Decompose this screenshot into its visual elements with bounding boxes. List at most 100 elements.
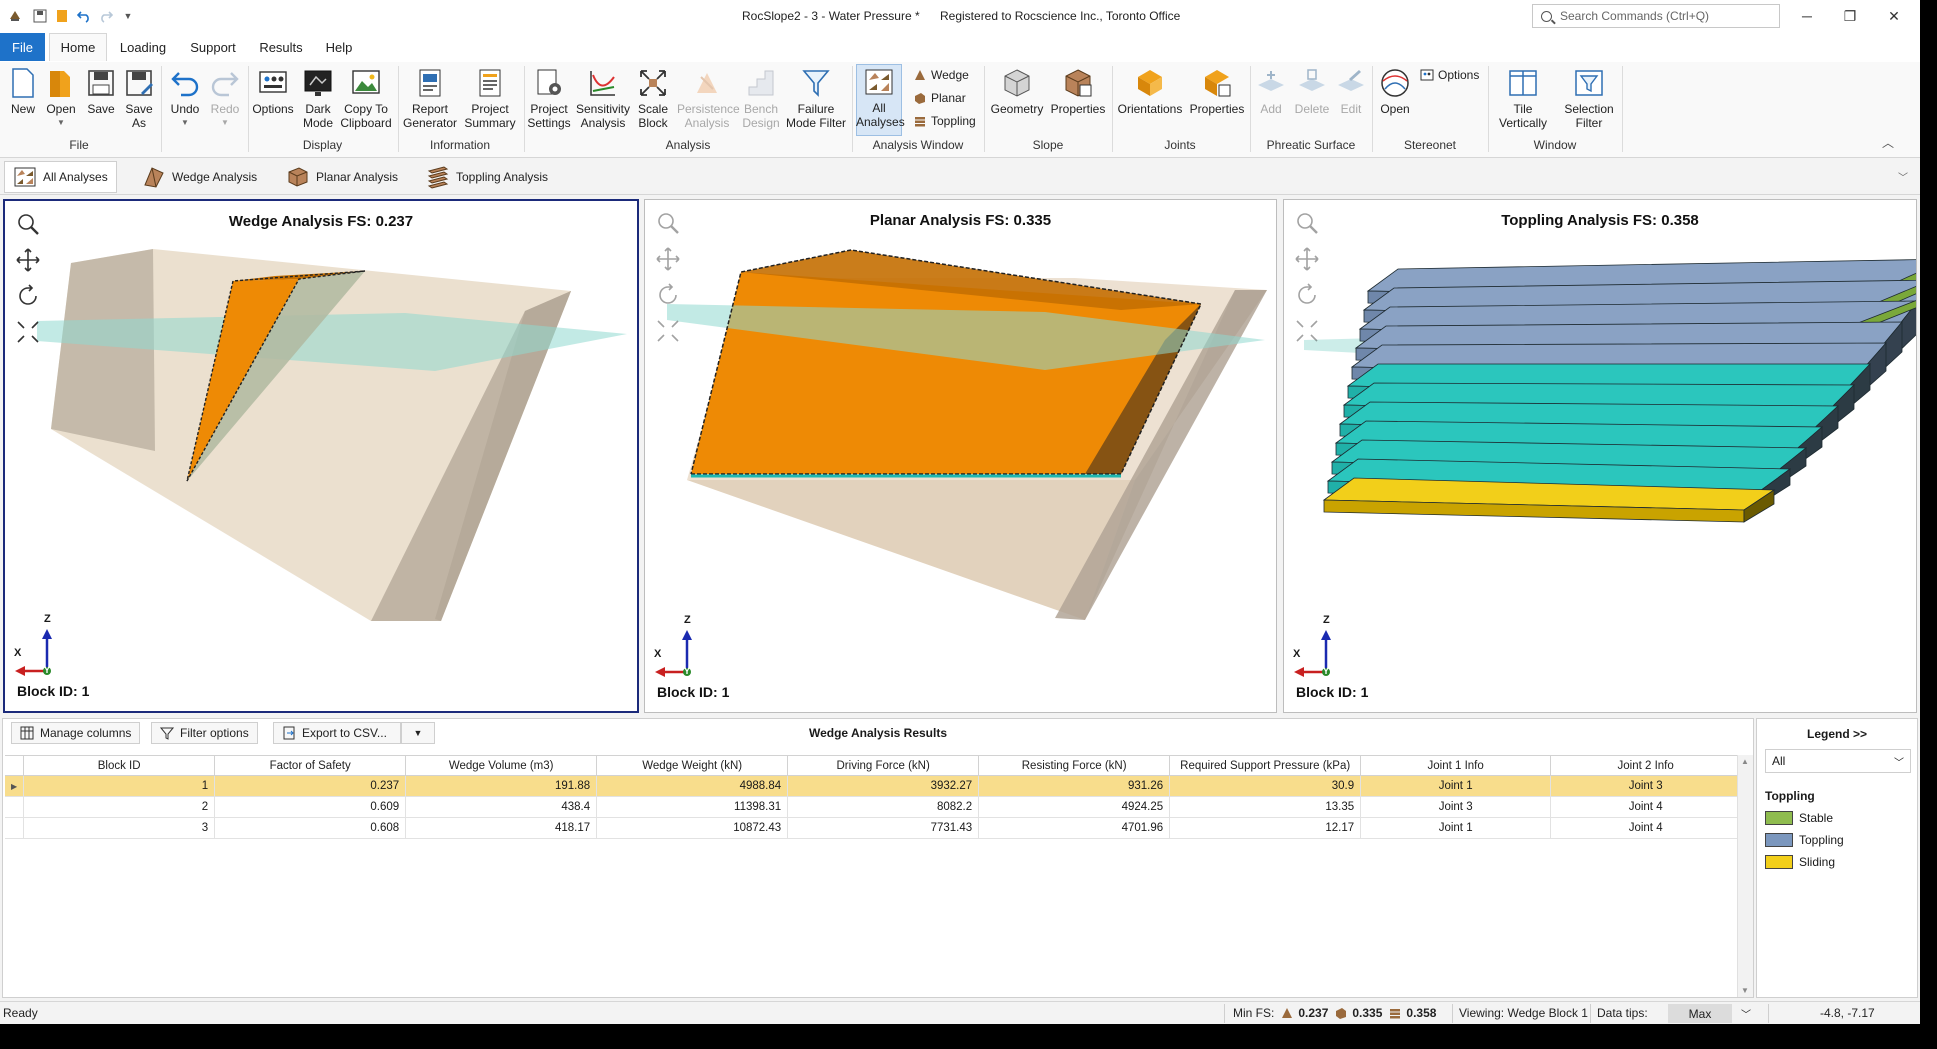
legend-filter-select[interactable]: All ﹀: [1765, 749, 1911, 773]
cell-block-id[interactable]: 1: [23, 775, 216, 797]
open-button[interactable]: Open ▼: [42, 66, 80, 130]
cell-joint-2-info[interactable]: Joint 4: [1550, 796, 1742, 818]
scroll-down-icon[interactable]: ▼: [1741, 986, 1749, 995]
tab-support[interactable]: Support: [183, 33, 243, 61]
restore-button[interactable]: ❐: [1830, 4, 1870, 28]
scale-block-button[interactable]: Scale Block: [634, 66, 672, 130]
failure-mode-filter-button[interactable]: Failure Mode Filter: [784, 66, 848, 130]
close-window-button[interactable]: ✕: [1874, 4, 1914, 28]
joint-properties-button[interactable]: Properties: [1188, 66, 1246, 116]
tab-all-analyses[interactable]: All Analyses: [4, 161, 117, 193]
undo-button[interactable]: Undo ▼: [166, 66, 204, 130]
zoom-icon[interactable]: [655, 210, 681, 236]
sensitivity-analysis-button[interactable]: Sensitivity Analysis: [574, 66, 632, 130]
add-phreatic-button[interactable]: Add: [1254, 66, 1288, 116]
copy-to-clipboard-button[interactable]: Copy To Clipboard: [340, 66, 392, 130]
delete-phreatic-button[interactable]: Delete: [1292, 66, 1332, 116]
stereonet-open-button[interactable]: Open: [1376, 66, 1414, 116]
customize-icon[interactable]: ▼: [119, 7, 137, 25]
tab-home[interactable]: Home: [49, 33, 107, 61]
wedge-3d-scene[interactable]: [5, 201, 639, 713]
cell-wedge-volume[interactable]: 438.4: [405, 796, 598, 818]
stereonet-options-button[interactable]: Options: [1420, 68, 1479, 82]
app-icon[interactable]: [6, 7, 24, 25]
selection-filter-button[interactable]: Selection Filter: [1560, 66, 1618, 130]
zoom-extents-icon[interactable]: [15, 319, 41, 345]
col-wedge-weight[interactable]: Wedge Weight (kN): [596, 755, 789, 776]
cell-joint-2-info[interactable]: Joint 3: [1550, 775, 1742, 797]
legend-toggle[interactable]: Legend >>: [1757, 727, 1917, 741]
table-row[interactable]: 3 0.608 418.17 10872.43 7731.43 4701.96 …: [5, 817, 1742, 839]
cell-wedge-volume[interactable]: 418.17: [405, 817, 598, 839]
dark-mode-button[interactable]: Dark Mode: [298, 66, 338, 130]
cell-joint-1-info[interactable]: Joint 1: [1360, 817, 1552, 839]
redo-icon[interactable]: [97, 7, 115, 25]
tab-results[interactable]: Results: [253, 33, 309, 61]
cell-driving-force[interactable]: 7731.43: [787, 817, 980, 839]
toppling-viewport[interactable]: Toppling Analysis FS: 0.358 Z X Y Block …: [1283, 199, 1917, 713]
project-summary-button[interactable]: Project Summary: [462, 66, 518, 130]
project-settings-button[interactable]: Project Settings: [527, 66, 571, 130]
toppling-window-button[interactable]: Toppling: [913, 114, 976, 128]
save-button[interactable]: Save: [84, 66, 118, 116]
zoom-extents-icon[interactable]: [1294, 318, 1320, 344]
persistence-analysis-button[interactable]: Persistence Analysis: [676, 66, 740, 130]
cell-wedge-weight[interactable]: 11398.31: [596, 796, 789, 818]
zoom-extents-icon[interactable]: [655, 318, 681, 344]
tabs-overflow-icon[interactable]: ﹀: [1898, 169, 1908, 184]
results-scrollbar[interactable]: ▲ ▼: [1737, 755, 1753, 997]
cell-joint-1-info[interactable]: Joint 3: [1360, 796, 1552, 818]
tile-vertically-button[interactable]: Tile Vertically: [1492, 66, 1554, 130]
col-required-support[interactable]: Required Support Pressure (kPa): [1169, 755, 1362, 776]
joint-orientations-button[interactable]: Orientations: [1114, 66, 1186, 116]
cell-joint-2-info[interactable]: Joint 4: [1550, 817, 1742, 839]
cell-required-support[interactable]: 12.17: [1169, 817, 1362, 839]
minimize-button[interactable]: ─: [1787, 4, 1827, 28]
save-as-button[interactable]: Save As: [122, 66, 156, 130]
zoom-icon[interactable]: [15, 211, 41, 237]
cell-factor-of-safety[interactable]: 0.237: [214, 775, 407, 797]
planar-window-button[interactable]: Planar: [913, 91, 966, 105]
table-row[interactable]: ▶ 1 0.237 191.88 4988.84 3932.27 931.26 …: [5, 775, 1742, 797]
table-row[interactable]: 2 0.609 438.4 11398.31 8082.2 4924.25 13…: [5, 796, 1742, 818]
data-tips-select[interactable]: Max: [1668, 1004, 1732, 1023]
col-joint-1-info[interactable]: Joint 1 Info: [1360, 755, 1552, 776]
cell-resisting-force[interactable]: 4701.96: [978, 817, 1171, 839]
cell-required-support[interactable]: 30.9: [1169, 775, 1362, 797]
cell-factor-of-safety[interactable]: 0.608: [214, 817, 407, 839]
rotate-icon[interactable]: [655, 282, 681, 308]
cell-block-id[interactable]: 2: [23, 796, 216, 818]
slope-geometry-button[interactable]: Geometry: [988, 66, 1046, 116]
cell-wedge-weight[interactable]: 4988.84: [596, 775, 789, 797]
all-analyses-button[interactable]: All Analyses: [856, 64, 905, 136]
new-button[interactable]: New: [6, 66, 40, 116]
col-wedge-volume[interactable]: Wedge Volume (m3): [405, 755, 598, 776]
cell-wedge-weight[interactable]: 10872.43: [596, 817, 789, 839]
col-driving-force[interactable]: Driving Force (kN): [787, 755, 980, 776]
col-factor-of-safety[interactable]: Factor of Safety: [214, 755, 407, 776]
cell-block-id[interactable]: 3: [23, 817, 216, 839]
zoom-icon[interactable]: [1294, 210, 1320, 236]
cell-resisting-force[interactable]: 931.26: [978, 775, 1171, 797]
cell-wedge-volume[interactable]: 191.88: [405, 775, 598, 797]
report-generator-button[interactable]: Report Generator: [402, 66, 458, 130]
collapse-ribbon-icon[interactable]: ︿: [1882, 134, 1894, 151]
cell-joint-1-info[interactable]: Joint 1: [1360, 775, 1552, 797]
tab-loading[interactable]: Loading: [112, 33, 174, 61]
slope-properties-button[interactable]: Properties: [1048, 66, 1108, 116]
rotate-icon[interactable]: [1294, 282, 1320, 308]
scroll-up-icon[interactable]: ▲: [1741, 757, 1749, 766]
planar-viewport[interactable]: Planar Analysis FS: 0.335 Z X Y Block ID…: [644, 199, 1277, 713]
edit-phreatic-button[interactable]: Edit: [1334, 66, 1368, 116]
undo-icon[interactable]: [75, 7, 93, 25]
data-tips-chevron-icon[interactable]: ﹀: [1741, 1006, 1751, 1021]
cell-driving-force[interactable]: 8082.2: [787, 796, 980, 818]
bench-design-button[interactable]: Bench Design: [740, 66, 782, 130]
tab-planar-analysis[interactable]: Planar Analysis: [278, 161, 406, 193]
cell-required-support[interactable]: 13.35: [1169, 796, 1362, 818]
col-block-id[interactable]: Block ID: [23, 755, 216, 776]
tab-file[interactable]: File: [0, 33, 45, 61]
search-input[interactable]: Search Commands (Ctrl+Q): [1532, 4, 1780, 28]
col-joint-2-info[interactable]: Joint 2 Info: [1550, 755, 1742, 776]
tab-help[interactable]: Help: [317, 33, 361, 61]
